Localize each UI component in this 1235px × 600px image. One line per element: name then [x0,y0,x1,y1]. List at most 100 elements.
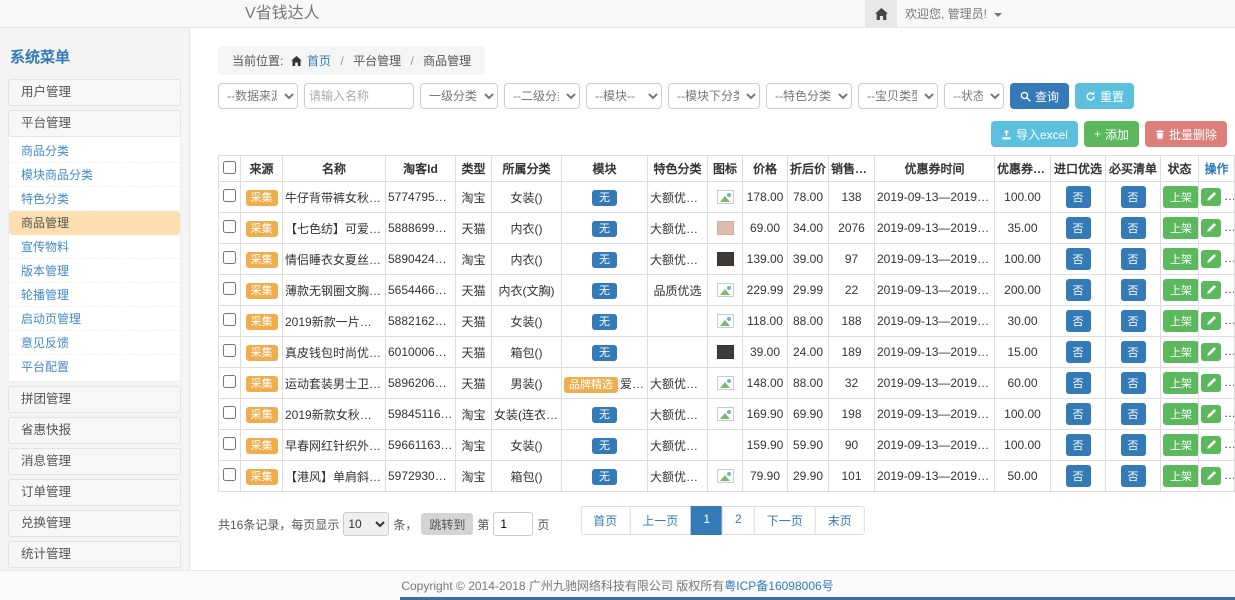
source-badge: 采集 [246,314,278,330]
reset-button[interactable]: 重置 [1075,83,1134,109]
must-buy-toggle[interactable]: 否 [1121,279,1146,301]
edit-button[interactable] [1201,374,1221,392]
filter-select-二级分类[interactable]: --二级分类-- [504,83,580,109]
per-page-select[interactable]: 10 [343,512,389,536]
import-select-toggle[interactable]: 否 [1066,310,1091,332]
import-select-toggle[interactable]: 否 [1066,465,1091,487]
import-select-toggle[interactable]: 否 [1066,279,1091,301]
import-excel-button[interactable]: 导入excel [991,121,1078,147]
filter-select-状态[interactable]: --状态-- [944,83,1004,109]
sidebar-item-启动页管理[interactable]: 启动页管理 [9,307,180,331]
sidebar-item-商品分类[interactable]: 商品分类 [9,139,180,163]
filter-select-宝贝类型[interactable]: --宝贝类型-- [858,83,938,109]
sidebar-item-模块商品分类[interactable]: 模块商品分类 [9,163,180,187]
status-toggle[interactable]: 上架 [1163,465,1199,487]
filter-select-模块[interactable]: --模块-- [586,83,662,109]
pager-button-1[interactable]: 1 [690,506,723,535]
must-buy-toggle[interactable]: 否 [1121,217,1146,239]
pager-button-下一页[interactable]: 下一页 [754,506,816,535]
import-select-toggle[interactable]: 否 [1066,217,1091,239]
must-buy-toggle[interactable]: 否 [1121,310,1146,332]
pager-button-末页[interactable]: 末页 [815,506,865,535]
status-toggle[interactable]: 上架 [1163,279,1199,301]
row-checkbox[interactable] [223,220,236,233]
sidebar-group-省惠快报[interactable]: 省惠快报 [8,417,181,444]
edit-button[interactable] [1201,250,1221,268]
sidebar-group-消息管理[interactable]: 消息管理 [8,448,181,475]
pager-button-首页[interactable]: 首页 [580,506,630,535]
import-select-toggle[interactable]: 否 [1066,341,1091,363]
edit-button[interactable] [1201,436,1221,454]
must-buy-toggle[interactable]: 否 [1121,403,1146,425]
sidebar-group-订单管理[interactable]: 订单管理 [8,479,181,506]
sidebar-item-商品管理[interactable]: 商品管理 [9,211,180,235]
edit-button[interactable] [1201,467,1221,485]
row-checkbox[interactable] [223,437,236,450]
status-toggle[interactable]: 上架 [1163,217,1199,239]
jump-button[interactable]: 跳转到 [421,513,473,535]
sidebar-group-平台管理[interactable]: 平台管理 [8,110,181,137]
add-button[interactable]: + 添加 [1084,121,1139,147]
filter-select-模块下分类[interactable]: --模块下分类-- [668,83,760,109]
must-buy-toggle[interactable]: 否 [1121,434,1146,456]
import-select-toggle[interactable]: 否 [1066,248,1091,270]
status-toggle[interactable]: 上架 [1163,248,1199,270]
name-search-input[interactable] [304,83,414,109]
edit-button[interactable] [1201,312,1221,330]
import-select-toggle[interactable]: 否 [1066,186,1091,208]
sidebar-item-版本管理[interactable]: 版本管理 [9,259,180,283]
sidebar-group-拼团管理[interactable]: 拼团管理 [8,386,181,413]
edit-button[interactable] [1201,281,1221,299]
filter-select-数据来源[interactable]: --数据来源-- [218,83,298,109]
row-checkbox[interactable] [223,406,236,419]
sidebar-group-兑换管理[interactable]: 兑换管理 [8,510,181,537]
sidebar-item-意见反馈[interactable]: 意见反馈 [9,331,180,355]
row-checkbox[interactable] [223,189,236,202]
import-select-cell: 否 [1051,244,1106,275]
edit-button[interactable] [1201,343,1221,361]
home-button[interactable] [865,0,897,28]
batch-delete-button[interactable]: 批量删除 [1145,121,1227,147]
sidebar-group-用户管理[interactable]: 用户管理 [8,79,181,106]
sidebar-group-统计管理[interactable]: 统计管理 [8,541,181,568]
pager-button-2[interactable]: 2 [722,506,755,535]
import-select-toggle[interactable]: 否 [1066,403,1091,425]
sidebar-item-特色分类[interactable]: 特色分类 [9,187,180,211]
status-toggle[interactable]: 上架 [1163,186,1199,208]
import-select-toggle[interactable]: 否 [1066,372,1091,394]
edit-button[interactable] [1201,188,1221,206]
status-toggle[interactable]: 上架 [1163,403,1199,425]
select-all-checkbox[interactable] [223,161,236,174]
icp-link[interactable]: 粤ICP备16098006号 [724,579,833,593]
sidebar-item-轮播管理[interactable]: 轮播管理 [9,283,180,307]
status-toggle[interactable]: 上架 [1163,341,1199,363]
import-select-toggle[interactable]: 否 [1066,434,1091,456]
must-buy-toggle[interactable]: 否 [1121,372,1146,394]
must-buy-toggle[interactable]: 否 [1121,465,1146,487]
row-checkbox[interactable] [223,344,236,357]
sidebar-item-平台配置[interactable]: 平台配置 [9,355,180,379]
row-checkbox[interactable] [223,313,236,326]
status-toggle[interactable]: 上架 [1163,310,1199,332]
breadcrumb-home-link[interactable]: 首页 [307,54,331,68]
user-menu[interactable]: 欢迎您, 管理员! [905,0,1002,28]
filter-select-一级分类[interactable]: 一级分类 [420,83,498,109]
row-checkbox[interactable] [223,251,236,264]
sidebar-item-宣传物料[interactable]: 宣传物料 [9,235,180,259]
edit-button[interactable] [1201,219,1221,237]
status-toggle[interactable]: 上架 [1163,434,1199,456]
category-cell: 内衣() [492,213,562,244]
sales-cell: 138 [829,182,875,213]
must-buy-toggle[interactable]: 否 [1121,248,1146,270]
must-buy-toggle[interactable]: 否 [1121,186,1146,208]
row-checkbox[interactable] [223,282,236,295]
row-checkbox[interactable] [223,375,236,388]
must-buy-toggle[interactable]: 否 [1121,341,1146,363]
search-button[interactable]: 查询 [1010,83,1069,109]
pager-button-上一页[interactable]: 上一页 [629,506,691,535]
row-checkbox[interactable] [223,468,236,481]
status-toggle[interactable]: 上架 [1163,372,1199,394]
edit-button[interactable] [1201,405,1221,423]
filter-select-特色分类[interactable]: --特色分类-- [766,83,852,109]
page-number-input[interactable] [493,512,533,536]
